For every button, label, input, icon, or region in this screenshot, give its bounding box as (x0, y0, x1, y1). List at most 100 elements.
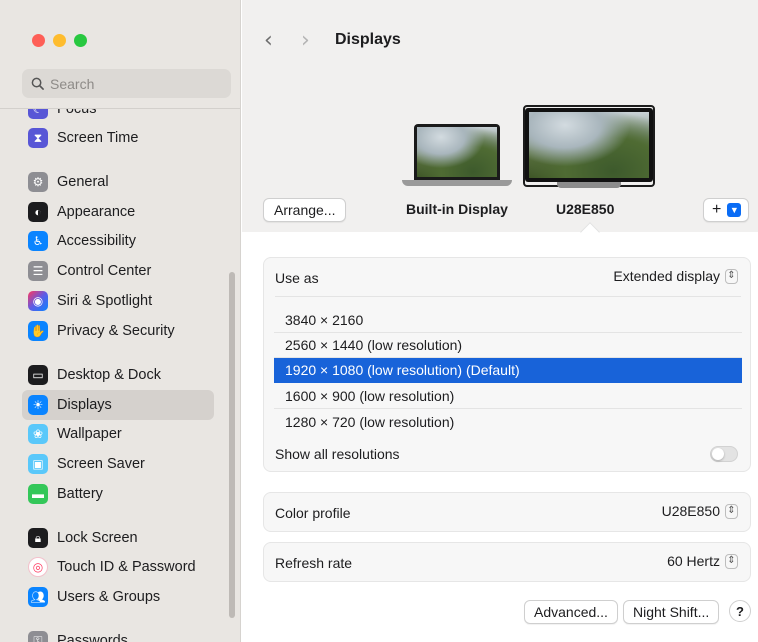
refresh-rate-label: Refresh rate (275, 555, 353, 571)
minimize-window-button[interactable] (53, 34, 66, 47)
wallpaper-thumbnail (529, 112, 649, 178)
updown-chevron-icon: ⇕ (725, 553, 738, 569)
use-as-select[interactable]: Extended display ⇕ (613, 268, 738, 284)
hand-icon: ✋ (28, 321, 48, 341)
updown-chevron-icon: ⇕ (725, 503, 738, 519)
sidebar-item-screen-saver[interactable]: ▣ Screen Saver (22, 449, 214, 479)
sidebar-item-label: Battery (57, 486, 103, 502)
resolution-option[interactable]: 2560 × 1440 (low resolution) (274, 333, 742, 358)
arrange-button[interactable]: Arrange... (263, 198, 347, 222)
sidebar-item-label: Appearance (57, 204, 136, 220)
accessibility-icon: ♿ (28, 231, 48, 251)
show-all-resolutions-label: Show all resolutions (275, 446, 400, 462)
sidebar-item-control-center[interactable]: ☰ Control Center (22, 256, 214, 286)
monitor-stand (557, 182, 621, 188)
key-icon: ⚿ (28, 631, 48, 642)
screen-saver-icon: ▣ (28, 454, 48, 474)
use-as-label: Use as (275, 270, 319, 286)
external-display-label[interactable]: U28E850 (556, 201, 614, 217)
sidebar-item-touch-id-password[interactable]: ◎ Touch ID & Password (22, 552, 214, 582)
show-all-resolutions-toggle[interactable] (710, 446, 738, 462)
sidebar-item-label: Siri & Spotlight (57, 293, 153, 309)
flower-icon: ❀ (28, 424, 48, 444)
refresh-rate-value: 60 Hertz (667, 553, 720, 569)
sidebar-item-lock-screen[interactable]: 🔒︎ Lock Screen (22, 523, 214, 553)
row-divider (275, 296, 741, 297)
sidebar-item-siri-spotlight[interactable]: ◉ Siri & Spotlight (22, 286, 214, 316)
forward-button[interactable]: › (301, 28, 310, 53)
sidebar-item-label: Lock Screen (57, 530, 138, 546)
advanced-button[interactable]: Advanced... (524, 600, 618, 624)
dock-icon: ▭ (28, 365, 48, 385)
sidebar-item-privacy-security[interactable]: ✋ Privacy & Security (22, 316, 214, 346)
sidebar-item-label: Accessibility (57, 233, 136, 249)
external-display-preview[interactable] (525, 108, 653, 188)
resolution-option[interactable]: 1280 × 720 (low resolution) (274, 409, 742, 434)
search-input[interactable] (50, 75, 220, 92)
sidebar-item-screen-time[interactable]: ⧗ Screen Time (22, 123, 214, 153)
sidebar-item-desktop-dock[interactable]: ▭ Desktop & Dock (22, 360, 214, 390)
main-pane: ‹ › Displays Arrange... Built-in Display… (242, 0, 758, 642)
sidebar-item-battery[interactable]: ▬ Battery (22, 479, 214, 509)
sidebar-item-label: Wallpaper (57, 426, 122, 442)
search-divider (0, 108, 240, 109)
battery-icon: ▬ (28, 484, 48, 504)
sidebar-item-passwords[interactable]: ⚿ Passwords (22, 626, 214, 642)
updown-chevron-icon: ⇕ (725, 268, 738, 284)
sidebar-item-label: Control Center (57, 263, 152, 279)
plus-icon: + (712, 201, 722, 218)
siri-icon: ◉ (28, 291, 48, 311)
color-profile-select[interactable]: U28E850 ⇕ (662, 503, 738, 519)
resolution-option[interactable]: 1600 × 900 (low resolution) (274, 384, 742, 409)
sidebar-item-label: Privacy & Security (57, 323, 175, 339)
users-icon: 👥︎ (28, 587, 48, 607)
sidebar-item-accessibility[interactable]: ♿ Accessibility (22, 226, 214, 256)
sidebar-item-label: Displays (57, 397, 112, 413)
hourglass-icon: ⧗ (28, 128, 48, 148)
lock-icon: 🔒︎ (28, 528, 48, 548)
color-profile-group: Color profile U28E850 ⇕ (263, 492, 751, 532)
night-shift-button[interactable]: Night Shift... (623, 600, 720, 624)
control-center-icon: ☰ (28, 261, 48, 281)
builtin-display-preview[interactable] (402, 124, 512, 186)
monitor-screen (525, 108, 653, 182)
add-display-button[interactable]: + ▼ (703, 198, 749, 222)
color-profile-value: U28E850 (661, 503, 720, 519)
laptop-base (402, 180, 512, 186)
color-profile-label: Color profile (275, 505, 351, 521)
search-icon (31, 77, 44, 90)
sidebar-item-label: Screen Saver (57, 456, 145, 472)
wallpaper-thumbnail (417, 127, 497, 177)
sidebar-scrollbar[interactable] (229, 272, 235, 618)
gear-icon: ⚙ (28, 172, 48, 192)
search-field[interactable] (22, 69, 231, 98)
laptop-screen (414, 124, 500, 180)
builtin-display-label[interactable]: Built-in Display (406, 201, 508, 217)
refresh-rate-group: Refresh rate 60 Hertz ⇕ (263, 542, 751, 582)
sidebar-item-appearance[interactable]: ◐ Appearance (22, 197, 214, 227)
resolution-option[interactable]: 3840 × 2160 (274, 308, 742, 333)
sidebar-item-label: Desktop & Dock (57, 367, 161, 383)
back-button[interactable]: ‹ (264, 28, 273, 53)
close-window-button[interactable] (32, 34, 45, 47)
refresh-rate-select[interactable]: 60 Hertz ⇕ (667, 553, 738, 569)
sidebar-item-users-groups[interactable]: 👥︎ Users & Groups (22, 582, 214, 612)
sidebar-item-displays[interactable]: ☀ Displays (22, 390, 214, 420)
sidebar-item-general[interactable]: ⚙ General (22, 167, 214, 197)
sun-icon: ☀ (28, 395, 48, 415)
window-controls (32, 34, 87, 47)
resolution-option-selected[interactable]: 1920 × 1080 (low resolution) (Default) (274, 358, 742, 383)
help-button[interactable]: ? (729, 600, 751, 622)
zoom-window-button[interactable] (74, 34, 87, 47)
sidebar-item-label: Passwords (57, 633, 128, 642)
sidebar-item-wallpaper[interactable]: ❀ Wallpaper (22, 419, 214, 449)
display-settings-group: Use as Extended display ⇕ 3840 × 2160 25… (263, 257, 751, 472)
sidebar-item-label: Screen Time (57, 130, 139, 146)
fingerprint-icon: ◎ (28, 557, 48, 577)
sidebar-item-focus[interactable]: ☾ Focus (22, 109, 214, 124)
moon-icon: ☾ (28, 109, 48, 119)
page-title: Displays (335, 31, 401, 48)
chevron-down-icon[interactable]: ▼ (727, 203, 742, 217)
sidebar-item-label: Touch ID & Password (57, 559, 196, 575)
appearance-icon: ◐ (28, 202, 48, 222)
